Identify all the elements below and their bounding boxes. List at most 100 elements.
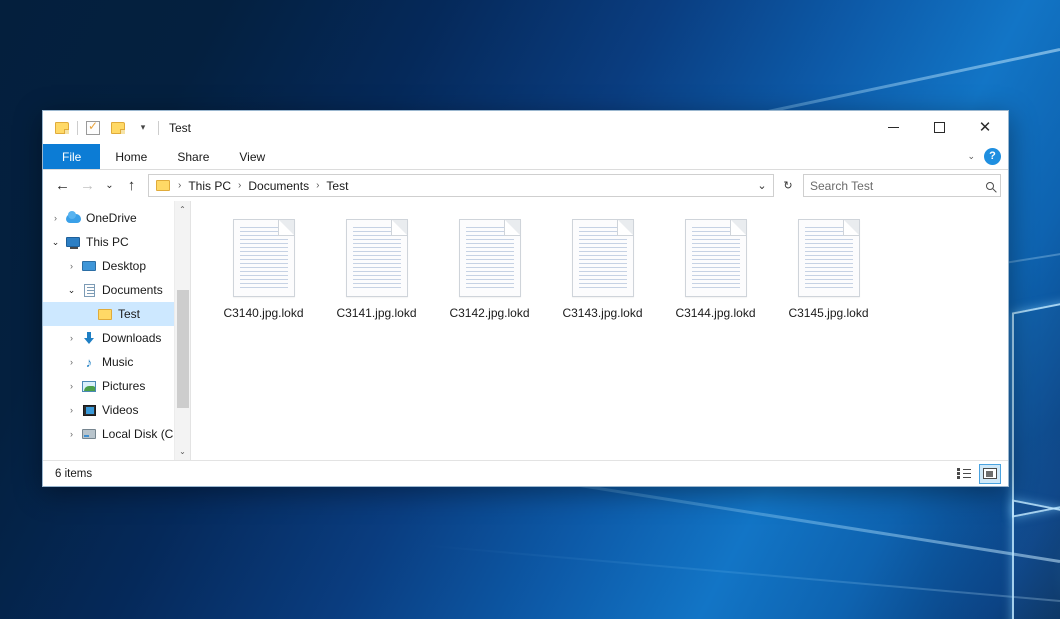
file-name-label: C3140.jpg.lokd (223, 306, 303, 320)
chevron-right-icon[interactable]: › (63, 333, 80, 343)
sidebar-item-test[interactable]: Test (43, 302, 190, 326)
sidebar-item-this-pc[interactable]: ⌄ This PC (43, 230, 190, 254)
sidebar-item-pictures[interactable]: › Pictures (43, 374, 190, 398)
sidebar-item-videos[interactable]: ›Videos (43, 398, 190, 422)
file-item[interactable]: C3144.jpg.lokd (665, 215, 766, 320)
tab-file[interactable]: File (43, 144, 100, 169)
sidebar-item-music[interactable]: ›♪ Music (43, 350, 190, 374)
folder-icon (154, 180, 172, 191)
light-ray (422, 544, 1060, 602)
title-bar: ▾ Test ✕ (43, 111, 1008, 144)
file-item[interactable]: C3142.jpg.lokd (439, 215, 540, 320)
search-icon[interactable] (986, 182, 994, 190)
refresh-icon[interactable]: ↻ (777, 175, 799, 197)
item-count-label: 6 items (55, 468, 92, 480)
chevron-right-icon[interactable]: › (63, 261, 80, 271)
chevron-down-icon[interactable]: ⌄ (47, 237, 64, 248)
this-pc-icon (64, 237, 82, 247)
file-item[interactable]: C3140.jpg.lokd (213, 215, 314, 320)
file-item[interactable]: C3141.jpg.lokd (326, 215, 427, 320)
file-name-label: C3142.jpg.lokd (449, 306, 529, 320)
file-name-label: C3145.jpg.lokd (788, 306, 868, 320)
desktop-icon (80, 261, 98, 271)
close-button[interactable]: ✕ (962, 111, 1008, 144)
sidebar-item-label: Downloads (102, 331, 161, 345)
details-view-button[interactable] (953, 464, 975, 484)
disk-icon (80, 429, 98, 439)
breadcrumb: › This PC › Documents › Test (176, 178, 352, 194)
up-button[interactable]: ↑ (119, 174, 144, 198)
pictures-icon (80, 381, 98, 392)
folder-icon[interactable] (52, 118, 72, 138)
generic-document-icon (459, 219, 521, 297)
scroll-down-arrow[interactable]: ⌄ (175, 443, 191, 460)
large-icons-view-button[interactable] (979, 464, 1001, 484)
sidebar-item-label: Desktop (102, 259, 146, 273)
generic-document-icon (346, 219, 408, 297)
chevron-right-icon[interactable]: › (63, 357, 80, 367)
generic-document-icon (572, 219, 634, 297)
scrollbar-track[interactable] (175, 218, 191, 443)
sidebar-item-label: Pictures (102, 379, 145, 393)
chevron-down-icon[interactable]: ⌄ (63, 285, 80, 296)
sidebar-item-documents[interactable]: ⌄ Documents (43, 278, 190, 302)
minimize-button[interactable] (870, 111, 916, 144)
sidebar-scrollbar[interactable]: ⌃ ⌄ (174, 201, 190, 460)
generic-document-icon (685, 219, 747, 297)
file-name-label: C3144.jpg.lokd (675, 306, 755, 320)
search-box[interactable] (803, 174, 1001, 197)
chevron-right-icon[interactable]: › (47, 213, 64, 223)
breadcrumb-item-documents[interactable]: Documents (244, 178, 313, 194)
toolbar-divider (77, 121, 78, 135)
folder-icon (96, 309, 114, 320)
search-input[interactable] (810, 179, 986, 193)
address-dropdown-icon[interactable]: ⌄ (751, 175, 773, 197)
chevron-right-icon[interactable]: › (63, 381, 80, 391)
back-button[interactable]: ← (50, 174, 75, 198)
sidebar-item-label: Music (102, 355, 133, 369)
breadcrumb-item-this-pc[interactable]: This PC (184, 178, 235, 194)
chevron-down-icon[interactable]: ▾ (133, 118, 153, 138)
tab-home[interactable]: Home (100, 144, 162, 169)
file-item[interactable]: C3143.jpg.lokd (552, 215, 653, 320)
caption-buttons: ✕ (870, 111, 1008, 144)
sidebar-item-desktop[interactable]: › Desktop (43, 254, 190, 278)
address-bar[interactable]: › This PC › Documents › Test ⌄ (148, 174, 774, 197)
chevron-down-icon[interactable]: ⌄ (967, 151, 975, 162)
tab-view[interactable]: View (224, 144, 280, 169)
sidebar-item-label: Documents (102, 283, 163, 297)
folder-tree: › OneDrive ⌄ This PC › Desktop ⌄ Documents Test ›… (43, 206, 190, 446)
chevron-right-icon[interactable]: › (63, 429, 80, 439)
new-folder-icon[interactable] (108, 118, 128, 138)
breadcrumb-separator: › (176, 180, 183, 191)
tab-share[interactable]: Share (162, 144, 224, 169)
file-item[interactable]: C3145.jpg.lokd (778, 215, 879, 320)
view-toggle-group (953, 464, 1001, 484)
status-bar: 6 items (43, 460, 1008, 486)
sidebar-item-label: Local Disk (C:) (102, 427, 181, 441)
help-icon[interactable]: ? (984, 148, 1001, 165)
chevron-right-icon[interactable]: › (63, 405, 80, 415)
file-name-label: C3141.jpg.lokd (336, 306, 416, 320)
breadcrumb-separator: › (314, 180, 321, 191)
forward-button: → (75, 174, 100, 198)
file-explorer-window: ▾ Test ✕ File Home Share View ⌄ ? ← (42, 110, 1009, 487)
windows-logo-pane (1012, 287, 1060, 517)
properties-checkmark-icon[interactable] (83, 118, 103, 138)
sidebar-item-downloads[interactable]: › Downloads (43, 326, 190, 350)
windows-logo-pane (1012, 499, 1060, 619)
maximize-button[interactable] (916, 111, 962, 144)
sidebar-item-onedrive[interactable]: › OneDrive (43, 206, 190, 230)
breadcrumb-item-test[interactable]: Test (322, 178, 352, 194)
navigation-pane: › OneDrive ⌄ This PC › Desktop ⌄ Documents Test ›… (43, 201, 191, 460)
scroll-up-arrow[interactable]: ⌃ (175, 201, 191, 218)
file-list-view[interactable]: C3140.jpg.lokd C3141.jpg.lokd C3142.jpg.lo… (191, 201, 1008, 460)
recent-locations-icon[interactable]: ⌄ (100, 174, 119, 198)
sidebar-item-label: Test (118, 307, 140, 321)
generic-document-icon (798, 219, 860, 297)
music-icon: ♪ (80, 356, 98, 369)
scrollbar-thumb[interactable] (177, 290, 189, 408)
sidebar-item-label: OneDrive (86, 211, 137, 225)
sidebar-item-local-disk-c[interactable]: › Local Disk (C:) (43, 422, 190, 446)
sidebar-item-label: This PC (86, 235, 129, 249)
